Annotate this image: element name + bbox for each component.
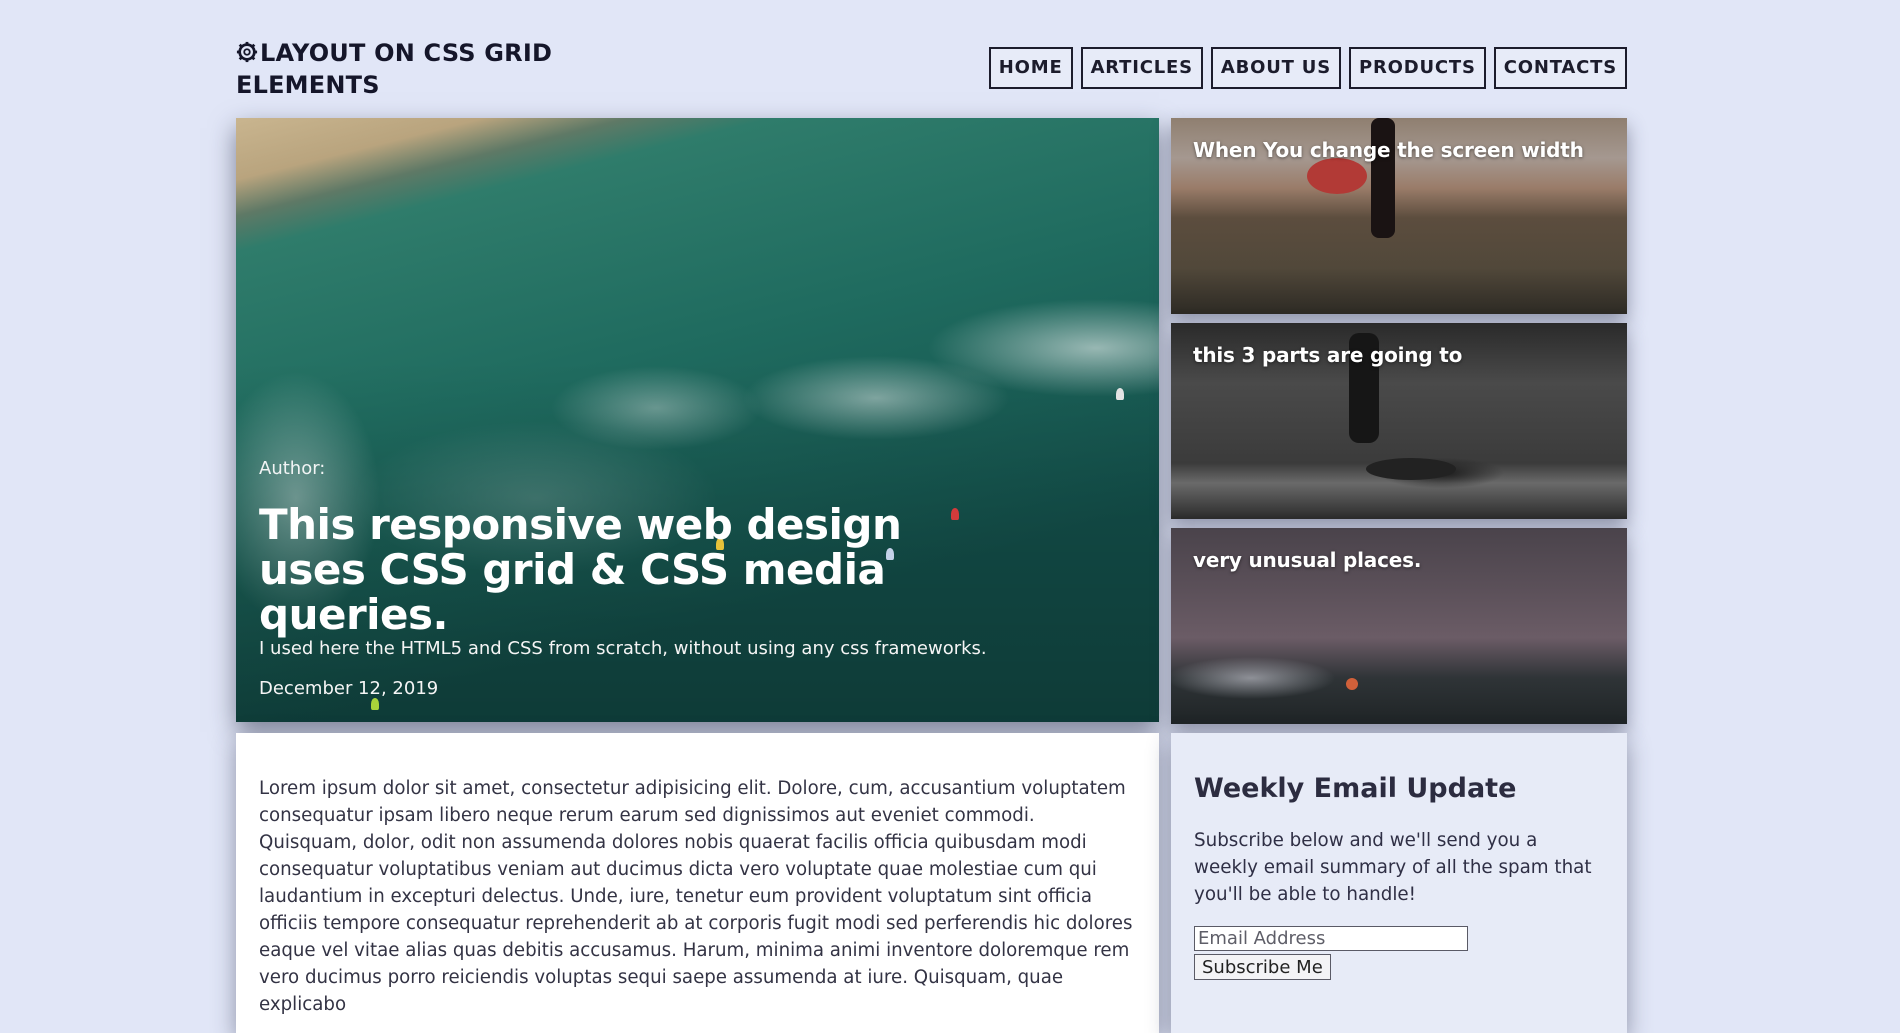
subscribe-button[interactable]: Subscribe Me	[1194, 954, 1331, 980]
newsletter-text: Subscribe below and we'll send you a wee…	[1194, 830, 1592, 905]
surfer-figure	[1371, 118, 1395, 238]
side-card-caption: this 3 parts are going to	[1193, 343, 1463, 367]
site-logo[interactable]: LAYOUT ON CSS GRID ELEMENTS	[236, 38, 616, 100]
surfboard-figure	[1366, 458, 1456, 480]
surfboard-figure	[1307, 158, 1367, 194]
page: LAYOUT ON CSS GRID ELEMENTS HOME ARTICLE…	[0, 0, 1900, 1033]
nav-products[interactable]: PRODUCTS	[1348, 47, 1486, 89]
hero-description: I used here the HTML5 and CSS from scrat…	[259, 638, 987, 659]
hero-author: Author:	[259, 458, 326, 479]
side-card[interactable]: When You change the screen width	[1171, 118, 1627, 314]
side-card[interactable]: this 3 parts are going to	[1171, 323, 1627, 519]
nav-articles[interactable]: ARTICLES	[1080, 47, 1203, 89]
kite-decoration	[371, 698, 379, 710]
newsletter-title: Weekly Email Update	[1194, 773, 1517, 804]
nav-about-us[interactable]: ABOUT US	[1210, 47, 1341, 89]
article-body: Lorem ipsum dolor sit amet, consectetur …	[259, 778, 1133, 1015]
hero-title: This responsive web design uses CSS grid…	[259, 500, 902, 639]
gear-icon	[236, 40, 260, 70]
main-nav: HOME ARTICLES ABOUT US PRODUCTS CONTACTS	[988, 47, 1627, 89]
newsletter-card: Weekly Email Update Subscribe below and …	[1171, 733, 1627, 1033]
hero-date: December 12, 2019	[259, 678, 439, 699]
side-card[interactable]: very unusual places.	[1171, 528, 1627, 724]
email-field[interactable]	[1194, 926, 1468, 951]
nav-contacts[interactable]: CONTACTS	[1493, 47, 1627, 89]
side-card-caption: When You change the screen width	[1193, 138, 1584, 162]
nav-home[interactable]: HOME	[988, 47, 1073, 89]
logo-text: LAYOUT ON CSS GRID ELEMENTS	[236, 39, 553, 99]
kite-decoration	[1116, 388, 1124, 400]
hero-card[interactable]: Author: This responsive web design uses …	[236, 118, 1159, 722]
side-card-caption: very unusual places.	[1193, 548, 1422, 572]
article-card: Lorem ipsum dolor sit amet, consectetur …	[236, 733, 1159, 1033]
surfer-figure	[1346, 678, 1358, 690]
